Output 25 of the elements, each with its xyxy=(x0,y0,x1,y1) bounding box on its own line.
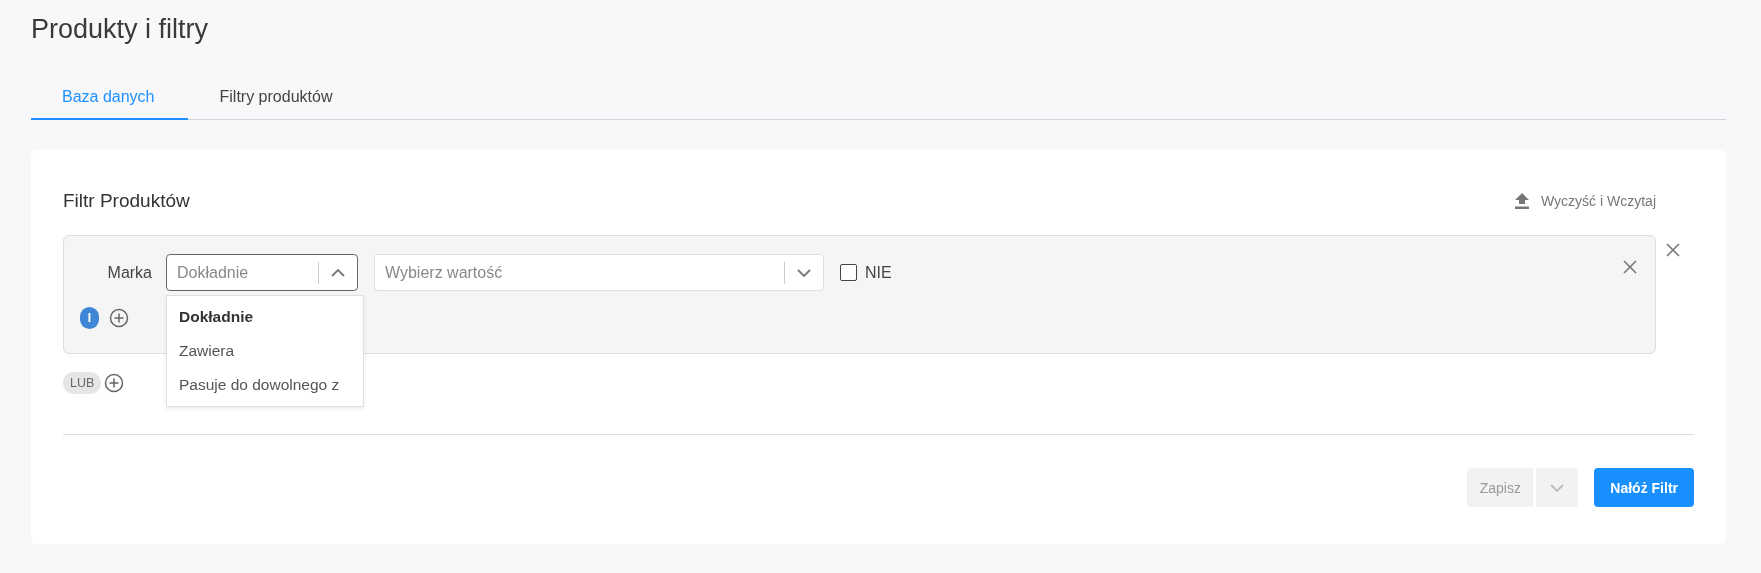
operator-input[interactable]: Dokładnie xyxy=(167,263,318,282)
chevron-up-icon[interactable] xyxy=(331,268,345,277)
field-label: Marka xyxy=(106,263,153,282)
page-title: Produkty i filtry xyxy=(31,13,210,46)
apply-filter-button[interactable]: Nałóż Filtr xyxy=(1594,468,1694,507)
tab[interactable]: Baza danych xyxy=(31,88,188,120)
and-toggle[interactable]: I xyxy=(80,307,99,329)
not-checkbox[interactable]: NIE xyxy=(840,263,892,282)
close-icon[interactable] xyxy=(1623,260,1637,274)
add-icon[interactable] xyxy=(109,308,129,328)
clear-and-load-button[interactable]: Wyczyść i Wczytaj xyxy=(1509,192,1662,210)
dropdown-option[interactable]: Pasuje do dowolnego z xyxy=(167,368,363,402)
value-input[interactable]: Wybierz wartość xyxy=(375,263,784,282)
close-icon[interactable] xyxy=(1666,243,1680,257)
value-select[interactable]: Wybierz wartość xyxy=(374,254,824,291)
dropdown-option[interactable]: Zawiera xyxy=(167,334,363,368)
or-toggle[interactable]: LUB xyxy=(63,372,102,394)
tab[interactable]: Filtry produktów xyxy=(187,88,365,120)
add-icon[interactable] xyxy=(104,373,125,393)
upload-icon xyxy=(1515,193,1529,209)
chevron-down-icon xyxy=(1550,483,1565,492)
operator-select[interactable]: Dokładnie xyxy=(166,254,358,291)
card-title: Filtr Produktów xyxy=(63,190,190,212)
dropdown-option[interactable]: Dokładnie xyxy=(167,300,363,334)
chevron-down-icon[interactable] xyxy=(797,268,811,277)
